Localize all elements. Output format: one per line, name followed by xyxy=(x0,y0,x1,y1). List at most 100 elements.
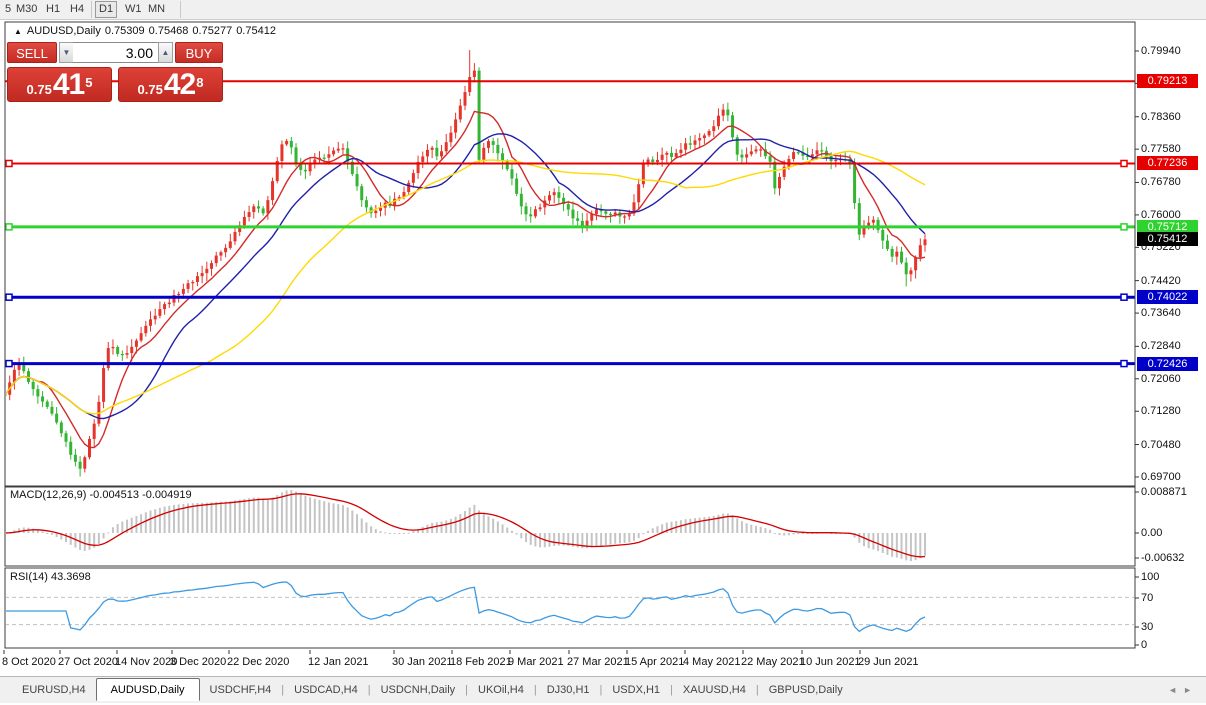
candle-body xyxy=(923,239,927,246)
candle-body xyxy=(566,204,570,210)
candle-body xyxy=(684,143,688,150)
buy-price-big: 42 xyxy=(163,68,196,101)
candle-body xyxy=(181,288,185,294)
hline-handle[interactable] xyxy=(1120,359,1128,368)
ohlc-low: 0.75277 xyxy=(192,25,233,37)
macd-histogram-bar xyxy=(168,505,171,533)
price-axis-label: 0.74420 xyxy=(1141,274,1181,287)
candle-body xyxy=(308,163,312,172)
candle-body xyxy=(364,200,368,208)
rsi-panel-series xyxy=(6,581,1134,633)
macd-histogram-bar xyxy=(731,515,734,533)
macd-histogram-bar xyxy=(332,503,335,533)
candle-body xyxy=(303,169,307,172)
candle-body xyxy=(341,148,345,150)
macd-histogram-bar xyxy=(149,510,152,533)
candle-body xyxy=(454,119,458,133)
macd-histogram-bar xyxy=(154,509,157,533)
macd-histogram-bar xyxy=(402,533,405,534)
candle-body xyxy=(50,406,54,414)
price-chart-canvas[interactable] xyxy=(0,0,1206,705)
tab-scroll-left-icon[interactable]: ◄ xyxy=(1168,685,1183,695)
macd-histogram-bar xyxy=(69,533,72,545)
chart-tab-usdcad-h4[interactable]: USDCAD,H4 xyxy=(284,680,368,699)
tab-scroll-right-icon[interactable]: ► xyxy=(1183,685,1198,695)
candle-body xyxy=(740,154,744,158)
candle-body xyxy=(17,364,21,370)
candle-body xyxy=(674,153,678,157)
candle-body xyxy=(768,156,772,162)
candle-body xyxy=(529,214,533,217)
macd-histogram-bar xyxy=(539,533,542,548)
sell-price-button[interactable]: 0.75 41 5 xyxy=(7,67,112,102)
chart-tab-dj30-h1[interactable]: DJ30,H1 xyxy=(537,680,600,699)
macd-histogram-bar xyxy=(642,533,645,535)
chart-tab-xauusd-h4[interactable]: XAUUSD,H4 xyxy=(673,680,756,699)
candle-body xyxy=(200,273,204,277)
macd-histogram-bar xyxy=(651,528,654,533)
macd-histogram-bar xyxy=(750,524,753,533)
candle-body xyxy=(158,309,162,316)
hline-handle[interactable] xyxy=(1120,223,1128,231)
macd-histogram-bar xyxy=(492,518,495,533)
candle-body xyxy=(256,206,260,209)
candle-body xyxy=(515,178,519,194)
candle-body xyxy=(36,389,40,397)
candle-body xyxy=(444,142,448,152)
date-axis-label: 22 Dec 2020 xyxy=(227,656,290,668)
candle-body xyxy=(69,441,73,455)
macd-histogram-bar xyxy=(309,497,312,533)
macd-histogram-bar xyxy=(632,533,635,541)
chart-tab-usdchf-h4[interactable]: USDCHF,H4 xyxy=(200,680,282,699)
buy-button[interactable]: BUY xyxy=(175,42,223,63)
sell-price-base: 0.75 xyxy=(26,82,52,97)
candle-body xyxy=(547,195,551,201)
macd-histogram-bar xyxy=(262,498,265,533)
candle-body xyxy=(430,147,434,150)
hline-handle[interactable] xyxy=(1120,159,1128,168)
candle-body xyxy=(745,154,749,158)
chart-tab-gbpusd-daily[interactable]: GBPUSD,Daily xyxy=(759,680,853,699)
macd-histogram-bar xyxy=(482,513,485,533)
macd-histogram-bar xyxy=(407,532,410,534)
chart-tab-eurusd-h4[interactable]: EURUSD,H4 xyxy=(12,680,96,699)
candle-body xyxy=(609,213,613,215)
candle-body xyxy=(167,302,171,305)
sell-button[interactable]: SELL xyxy=(7,42,57,63)
buy-price-button[interactable]: 0.75 42 8 xyxy=(118,67,223,102)
candle-body xyxy=(120,353,124,356)
chart-tab-usdcnh-daily[interactable]: USDCNH,Daily xyxy=(371,680,466,699)
candle-body xyxy=(853,164,857,204)
candle-body xyxy=(702,135,706,139)
macd-histogram-bar xyxy=(304,495,307,533)
macd-histogram-bar xyxy=(792,533,795,535)
hline-handle[interactable] xyxy=(5,359,13,368)
volume-increase-button[interactable]: ▲ xyxy=(158,42,173,63)
candle-body xyxy=(111,347,115,349)
volume-decrease-button[interactable]: ▼ xyxy=(59,42,74,63)
chart-tab-usdx-h1[interactable]: USDX,H1 xyxy=(602,680,670,699)
volume-input[interactable] xyxy=(73,42,159,63)
hline-handle[interactable] xyxy=(5,223,13,231)
date-axis-label: 29 Jun 2021 xyxy=(858,656,919,668)
macd-histogram-bar xyxy=(374,529,377,533)
macd-histogram-bar xyxy=(900,533,903,559)
rsi-axis-label: 0 xyxy=(1141,639,1148,651)
chart-tab-ukoil-h4[interactable]: UKOil,H4 xyxy=(468,680,534,699)
collapse-arrow-icon[interactable]: ▲ xyxy=(14,27,22,36)
candle-body xyxy=(716,115,720,127)
macd-axis-label: 0.008871 xyxy=(1141,486,1187,498)
macd-histogram-bar xyxy=(224,501,227,533)
hline-handle[interactable] xyxy=(5,159,13,168)
candle-body xyxy=(524,206,528,215)
candle-body xyxy=(374,210,378,214)
candle-body xyxy=(693,140,697,145)
macd-histogram-bar xyxy=(266,498,269,533)
candle-body xyxy=(102,368,106,402)
hline-handle[interactable] xyxy=(1120,293,1128,301)
hline-handle[interactable] xyxy=(5,293,13,301)
chart-tab-audusd-daily[interactable]: AUDUSD,Daily xyxy=(95,678,200,701)
date-axis-label: 4 May 2021 xyxy=(683,656,741,668)
macd-histogram-bar xyxy=(210,502,213,533)
macd-histogram-bar xyxy=(295,491,298,533)
